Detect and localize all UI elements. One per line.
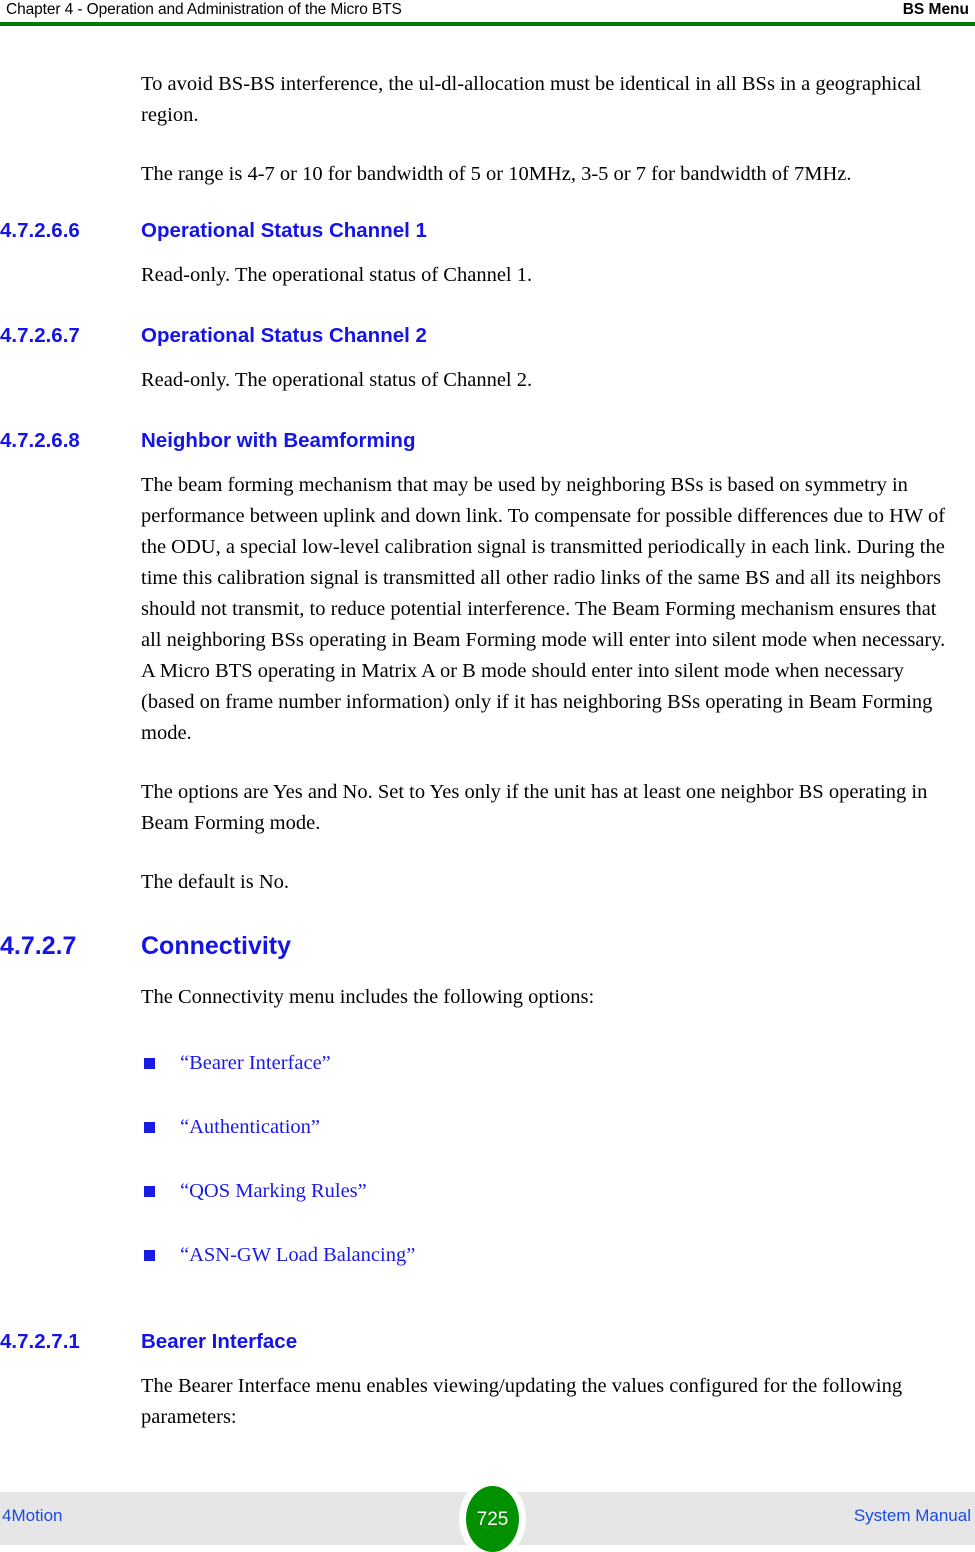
- heading-number: 4.7.2.6.6: [0, 219, 80, 242]
- list-item[interactable]: “Bearer Interface”: [0, 1049, 975, 1077]
- list-item[interactable]: “Authentication”: [0, 1113, 975, 1141]
- paragraph-status-channel-1: Read-only. The operational status of Cha…: [141, 264, 533, 286]
- list-item[interactable]: “QOS Marking Rules”: [0, 1177, 975, 1205]
- xref-link-bearer-interface[interactable]: “Bearer Interface”: [180, 1049, 331, 1077]
- heading-title: Neighbor with Beamforming: [141, 429, 416, 452]
- paragraph-beamforming-default: The default is No.: [141, 871, 290, 893]
- page-footer: 4Motion 725 System Manual: [0, 1486, 975, 1552]
- page-number-badge: 725: [466, 1486, 519, 1552]
- xref-link-asn-gw-load-balancing[interactable]: “ASN-GW Load Balancing”: [180, 1241, 415, 1269]
- heading-title: Connectivity: [141, 932, 292, 960]
- footer-product-name: 4Motion: [2, 1506, 63, 1525]
- heading-4-7-2-7: 4.7.2.7 Connectivity: [0, 930, 975, 962]
- heading-title: Bearer Interface: [141, 1330, 298, 1353]
- heading-4-7-2-6-8: 4.7.2.6.8 Neighbor with Beamforming: [0, 428, 975, 454]
- list-item[interactable]: “ASN-GW Load Balancing”: [0, 1241, 975, 1269]
- xref-link-authentication[interactable]: “Authentication”: [180, 1113, 320, 1141]
- paragraph-beamforming-options: The options are Yes and No. Set to Yes o…: [141, 781, 928, 834]
- heading-4-7-2-6-6: 4.7.2.6.6 Operational Status Channel 1: [0, 218, 975, 244]
- footer-document-name: System Manual: [853, 1506, 971, 1525]
- square-bullet-icon: [144, 1122, 155, 1133]
- header-section-title: BS Menu: [902, 1, 969, 18]
- connectivity-options-list: “Bearer Interface” “Authentication” “QOS…: [0, 1049, 975, 1269]
- xref-link-qos-marking-rules[interactable]: “QOS Marking Rules”: [180, 1177, 367, 1205]
- heading-title: Operational Status Channel 1: [141, 219, 427, 242]
- paragraph-intro-2: The range is 4-7 or 10 for bandwidth of …: [141, 163, 852, 185]
- heading-title: Operational Status Channel 2: [141, 324, 427, 347]
- paragraph-bearer-interface-intro: The Bearer Interface menu enables viewin…: [141, 1375, 903, 1428]
- page-number: 725: [476, 1508, 509, 1530]
- page-content: To avoid BS-BS interference, the ul-dl-a…: [0, 25, 975, 1433]
- page-header: Chapter 4 - Operation and Administration…: [0, 0, 975, 26]
- square-bullet-icon: [144, 1186, 155, 1197]
- heading-number: 4.7.2.6.7: [0, 324, 80, 347]
- paragraph-status-channel-2: Read-only. The operational status of Cha…: [141, 369, 533, 391]
- header-row: Chapter 4 - Operation and Administration…: [0, 0, 975, 19]
- heading-number: 4.7.2.7: [0, 932, 77, 960]
- square-bullet-icon: [144, 1058, 155, 1069]
- header-chapter-title: Chapter 4 - Operation and Administration…: [6, 1, 402, 18]
- footer-inner: 4Motion 725 System Manual: [0, 1486, 975, 1552]
- paragraph-intro-1: To avoid BS-BS interference, the ul-dl-a…: [141, 73, 922, 126]
- heading-number: 4.7.2.7.1: [0, 1330, 80, 1353]
- paragraph-beamforming-description: The beam forming mechanism that may be u…: [141, 474, 946, 744]
- heading-number: 4.7.2.6.8: [0, 429, 80, 452]
- heading-4-7-2-7-1: 4.7.2.7.1 Bearer Interface: [0, 1329, 975, 1355]
- paragraph-connectivity-intro: The Connectivity menu includes the follo…: [141, 986, 595, 1008]
- square-bullet-icon: [144, 1250, 155, 1261]
- heading-4-7-2-6-7: 4.7.2.6.7 Operational Status Channel 2: [0, 323, 975, 349]
